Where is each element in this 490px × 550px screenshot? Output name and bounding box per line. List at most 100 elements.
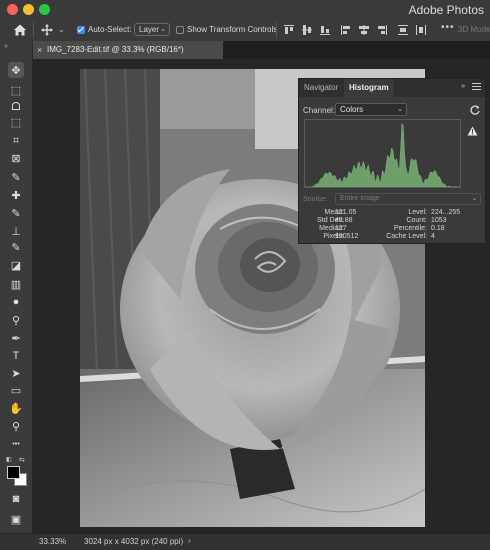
chevron-down-icon: ⌄ [397,106,403,113]
marquee-tool[interactable]: ⬚ [8,82,24,98]
zoom-tool[interactable]: ⚲ [8,418,24,434]
align-vcenter-button[interactable] [301,24,313,36]
bandage-icon: ✚ [11,189,21,202]
chevron-down-icon[interactable]: ⌄ [58,25,65,34]
channel-select-value: Colors [340,105,364,114]
eraser-tool[interactable]: ◪ [8,257,24,273]
align-right-icon [378,25,387,35]
align-right-button[interactable] [376,24,388,36]
document-tab[interactable]: × IMG_7283-Edit.tif @ 33.3% (RGB/16*) [33,41,223,59]
pen-icon: ✒ [11,332,21,345]
auto-select-checkbox[interactable] [77,26,85,34]
zoom-icon: ⚲ [11,420,21,433]
move-tool[interactable]: ✥ [8,62,24,78]
document-tab-bar: × IMG_7283-Edit.tif @ 33.3% (RGB/16*) [33,41,490,59]
screen-mode-button[interactable]: ▣ [8,511,24,527]
home-button[interactable] [12,22,28,38]
quick-mask-icon: ◙ [12,493,20,505]
dodge-tool[interactable]: ⚲ [8,312,24,328]
brush-tool[interactable]: ✎ [8,205,24,221]
close-window-button[interactable] [7,4,18,15]
status-bar: 33.33% 3024 px x 4032 px (240 ppi) › [0,533,490,550]
stat-percentile-value: 0.18 [431,225,445,232]
panel-menu-icon[interactable] [472,83,481,92]
warning-icon[interactable] [467,123,478,136]
crop-tool[interactable]: ⌗ [8,133,24,149]
divider [33,22,34,38]
close-icon[interactable]: × [37,41,42,59]
source-select: Entire Image ⌄ [335,193,481,205]
stat-stddev-value: 45.88 [335,217,353,224]
divider [276,22,277,38]
tools-panel: » ✥ ⬚ ᗝ ⬚ ⌗ ⊠ ✎ ✚ ✎ ⊥ ✎ ◪ ▥ ● ⚲ ✒ T ➤ ▭ ✋ ⚲ ••• ◙ ▣ ◧ ⇆ [0,41,33,533]
stat-pixels-value: 190512 [335,233,359,240]
more-options-button[interactable]: ••• [441,22,455,33]
collapse-panel-button[interactable]: » [461,83,465,90]
tab-histogram[interactable]: Histogram [344,79,394,97]
stat-percentile-label: Percentile: [393,225,427,232]
rectangle-tool[interactable]: ▭ [8,382,24,398]
align-left-button[interactable] [340,24,352,36]
distribute-spacing-icon [416,25,426,35]
history-brush-icon: ✎ [11,241,21,254]
align-vcenter-icon [302,25,312,35]
channel-label: Channel: [303,106,336,115]
crop-icon: ⌗ [12,134,20,147]
lasso-tool[interactable]: ᗝ [8,99,24,115]
drop-icon: ● [12,296,20,308]
stat-level-value: 224...255 [431,209,461,216]
3d-mode-label: 3D Mode [458,25,490,34]
eyedropper-icon: ✎ [11,171,21,184]
align-bottom-button[interactable] [319,24,331,36]
quick-mask-button[interactable]: ◙ [8,491,24,507]
default-colors-icon[interactable]: ◧ [6,456,12,463]
tab-navigator[interactable]: Navigator [299,79,343,97]
hand-icon: ✋ [9,402,23,415]
auto-select-label: Auto-Select: [88,25,132,34]
layer-select-value: Layer [139,25,160,34]
histogram-chart [305,122,460,187]
stat-level-label: Level: [408,209,427,216]
channel-select[interactable]: Colors ⌄ [335,103,407,116]
eyedropper-tool[interactable]: ✎ [8,169,24,185]
eraser-icon: ◪ [10,259,22,272]
type-tool[interactable]: T [8,348,24,364]
tool-preset-picker[interactable] [40,23,54,37]
show-transform-label: Show Transform Controls [187,25,278,34]
distribute-button[interactable] [397,24,409,36]
hand-tool[interactable]: ✋ [8,400,24,416]
swap-colors-icon[interactable]: ⇆ [19,456,25,464]
panel-tabs: Navigator Histogram » [299,79,485,97]
align-hcenter-button[interactable] [358,24,370,36]
options-bar: ⌄ Auto-Select: Layer ⌄ Show Transform Co… [0,19,490,42]
move-icon [41,24,53,36]
stat-cache-level-label: Cache Level: [386,233,427,240]
refresh-histogram-button[interactable] [469,103,481,115]
status-menu-arrow[interactable]: › [188,536,191,545]
zoom-level[interactable]: 33.33% [39,537,66,546]
document-title: IMG_7283-Edit.tif @ 33.3% (RGB/16*) [47,45,184,54]
edit-toolbar-button[interactable]: ••• [8,436,24,452]
clone-stamp-tool[interactable]: ⊥ [8,223,24,239]
history-brush-tool[interactable]: ✎ [8,239,24,255]
healing-brush-tool[interactable]: ✚ [8,187,24,203]
screen-mode-icon: ▣ [10,513,22,526]
lasso-icon: ᗝ [11,100,21,113]
blur-tool[interactable]: ● [8,294,24,310]
distribute-spacing-button[interactable] [415,24,427,36]
pen-tool[interactable]: ✒ [8,330,24,346]
zoom-window-button[interactable] [39,4,50,15]
collapse-toolbar-button[interactable]: » [4,43,8,50]
frame-icon: ⊠ [11,152,21,165]
home-icon [14,24,26,36]
foreground-color-swatch[interactable] [7,466,20,479]
minimize-window-button[interactable] [23,4,34,15]
align-top-button[interactable] [283,24,295,36]
path-selection-tool[interactable]: ➤ [8,365,24,381]
object-selection-tool[interactable]: ⬚ [8,114,24,130]
frame-tool[interactable]: ⊠ [8,150,24,166]
gradient-tool[interactable]: ▥ [8,276,24,292]
show-transform-checkbox[interactable] [176,26,184,34]
histogram-graph [304,119,461,188]
auto-select-target-select[interactable]: Layer ⌄ [134,23,170,36]
